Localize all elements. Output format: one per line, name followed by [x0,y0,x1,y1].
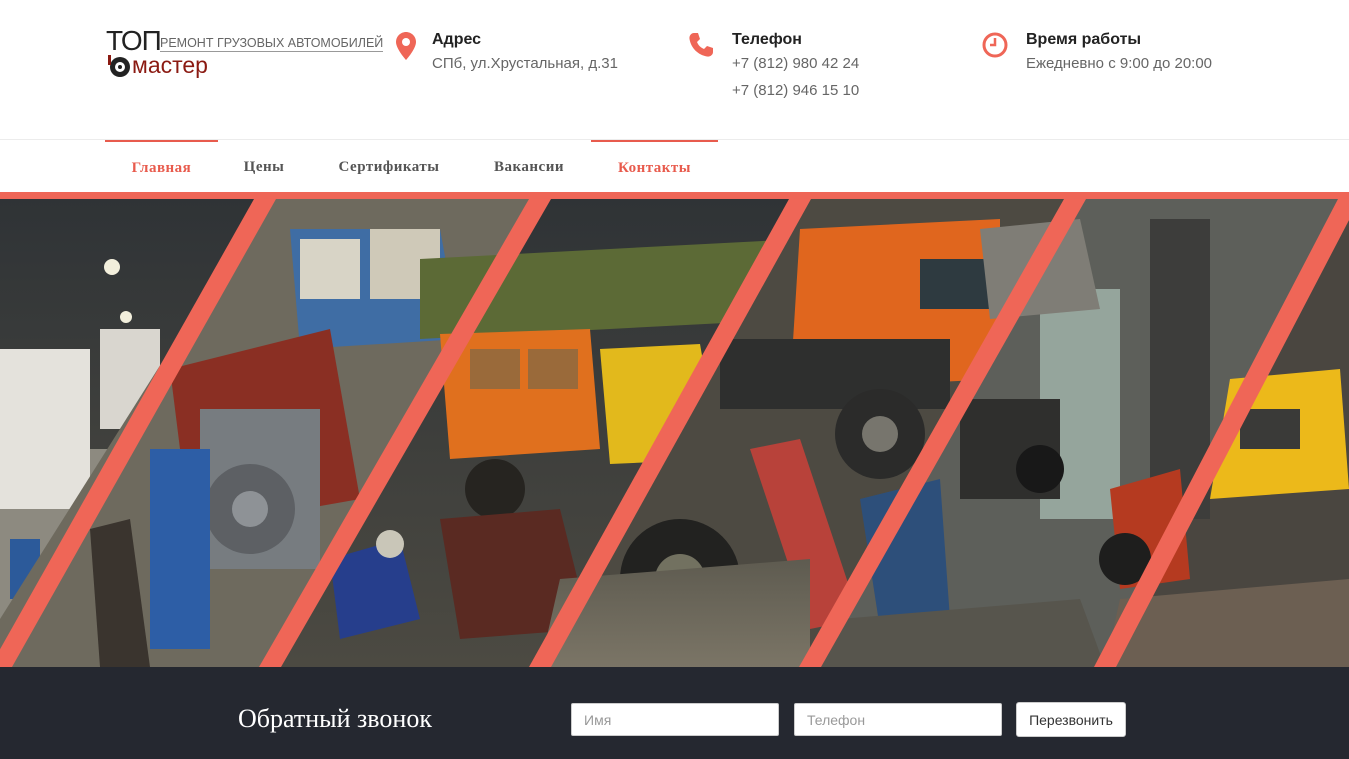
main-nav: Главная Цены Сертификаты Вакансии Контак… [0,139,1349,192]
nav-item-certificates[interactable]: Сертификаты [318,140,460,193]
accent-divider [0,192,1349,199]
nav-item-home[interactable]: Главная [105,140,218,193]
hours-line: Ежедневно с 9:00 до 20:00 [1026,55,1213,72]
address-line: СПб, ул.Хрустальная, д.31 [432,55,618,72]
clock-icon [982,32,1008,58]
nav-item-prices[interactable]: Цены [226,140,302,193]
tire-icon [108,55,130,77]
callback-name-input[interactable] [571,703,779,736]
nav-item-contacts[interactable]: Контакты [591,140,718,193]
logo-top-text: ТОП [106,25,162,56]
site-header: ТОП РЕМОНТ ГРУЗОВЫХ АВТОМОБИЛЕЙ мастер А… [0,0,1349,139]
address-block: Адрес СПб, ул.Хрустальная, д.31 [396,30,656,80]
phone-block: Телефон +7 (812) 980 42 24 +7 (812) 946 … [688,30,888,110]
hero-banner [0,199,1349,667]
hours-title: Время работы [1026,31,1142,48]
callback-submit-button[interactable]: Перезвонить [1016,702,1126,737]
phone-number-1[interactable]: +7 (812) 980 42 24 [732,55,859,72]
phone-title: Телефон [732,31,802,48]
callback-section: Обратный звонок Перезвонить [0,667,1349,759]
callback-phone-input[interactable] [794,703,1002,736]
logo-tagline: РЕМОНТ ГРУЗОВЫХ АВТОМОБИЛЕЙ [160,36,384,52]
map-pin-icon [396,32,416,60]
workshop-collage-image [0,199,1349,667]
hours-block: Время работы Ежедневно с 9:00 до 20:00 [982,30,1242,80]
logo-bottom-text: мастер [132,52,208,78]
callback-title: Обратный звонок [238,704,432,733]
nav-item-vacancies[interactable]: Вакансии [476,140,582,193]
phone-icon [689,33,713,57]
address-title: Адрес [432,31,482,48]
site-logo[interactable]: ТОП РЕМОНТ ГРУЗОВЫХ АВТОМОБИЛЕЙ мастер [106,25,384,83]
phone-number-2[interactable]: +7 (812) 946 15 10 [732,82,859,99]
